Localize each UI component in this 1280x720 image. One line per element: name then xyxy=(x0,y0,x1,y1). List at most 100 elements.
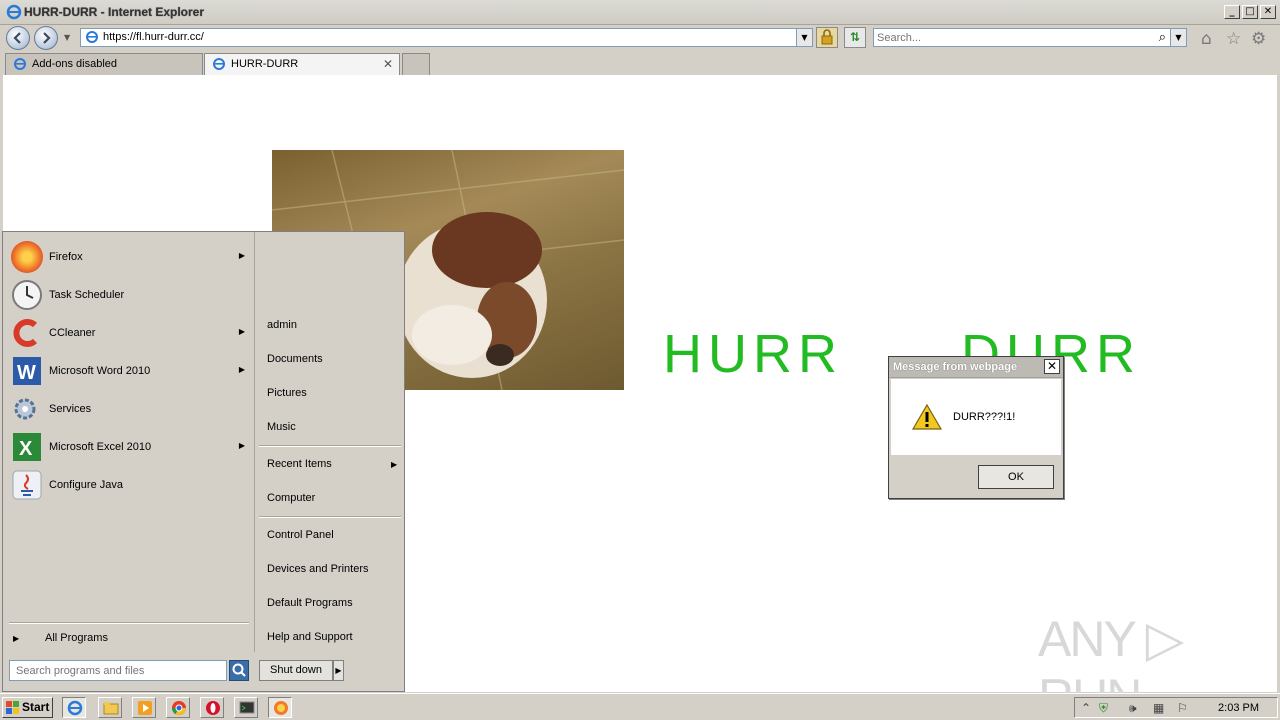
link-computer[interactable]: Computer xyxy=(267,492,315,504)
program-configure-java[interactable]: Configure Java xyxy=(9,466,253,502)
submenu-arrow-icon: ▶ xyxy=(238,441,245,450)
close-tab-icon[interactable]: ✕ xyxy=(383,57,393,71)
forward-button[interactable] xyxy=(34,26,58,50)
divider xyxy=(9,622,249,624)
taskbar-terminal[interactable] xyxy=(234,697,258,718)
address-dropdown-icon[interactable]: ▼ xyxy=(796,29,812,46)
word-icon: W xyxy=(13,357,41,385)
submenu-arrow-icon: ▶ xyxy=(391,460,398,469)
start-search-input[interactable] xyxy=(10,661,226,680)
start-label: Start xyxy=(22,700,50,714)
home-icon[interactable]: ⌂ xyxy=(1201,29,1212,49)
internet-explorer-icon xyxy=(67,700,83,719)
warning-icon xyxy=(911,403,943,430)
excel-icon: X xyxy=(13,433,41,461)
show-hidden-icons-icon[interactable]: ⌃ xyxy=(1081,701,1091,715)
start-search-button[interactable] xyxy=(229,660,249,681)
start-button[interactable]: Start xyxy=(2,697,53,718)
folder-icon xyxy=(103,700,119,719)
search-icon[interactable]: ⌕ xyxy=(1159,30,1166,45)
windows-logo-icon xyxy=(6,701,19,714)
link-help-support[interactable]: Help and Support xyxy=(267,631,353,643)
dialog-message: DURR???!1! xyxy=(953,411,1016,423)
clock[interactable]: 2:03 PM xyxy=(1218,702,1259,714)
history-dropdown-icon[interactable]: ▼ xyxy=(64,33,70,42)
program-firefox[interactable]: Firefox ▶ xyxy=(9,238,253,274)
system-tray: ⌃ ⛨ 🕪 ▦ ⚐ 2:03 PM xyxy=(1074,697,1278,718)
search-input[interactable] xyxy=(877,30,1147,45)
submenu-arrow-icon: ▶ xyxy=(238,251,245,260)
minimize-button[interactable]: _ xyxy=(1224,5,1240,19)
search-dropdown-icon[interactable]: ▼ xyxy=(1170,29,1186,46)
security-lock-button[interactable] xyxy=(816,27,838,48)
link-documents[interactable]: Documents xyxy=(267,353,323,365)
new-tab-button[interactable] xyxy=(402,53,430,75)
dialog-close-button[interactable]: ✕ xyxy=(1044,359,1060,374)
navigation-bar: ▼ https://fl.hurr-durr.cc/ ▼ ⇅ ⌕ ▼ ⌂ ☆ ⚙ xyxy=(0,25,1280,51)
action-center-flag-icon[interactable]: ⚐ xyxy=(1177,701,1188,715)
start-menu-links: admin Documents Pictures Music Recent It… xyxy=(254,232,404,652)
divider xyxy=(259,445,401,447)
internet-explorer-icon xyxy=(14,58,26,70)
window-title-bar: HURR-DURR - Internet Explorer _ □ ✕ xyxy=(0,0,1280,25)
firefox-icon xyxy=(273,700,289,719)
back-button[interactable] xyxy=(6,26,30,50)
program-services[interactable]: Services xyxy=(9,390,253,426)
program-ccleaner[interactable]: CCleaner ▶ xyxy=(9,314,253,350)
link-music[interactable]: Music xyxy=(267,421,296,433)
close-window-button[interactable]: ✕ xyxy=(1260,5,1276,19)
taskbar-media-player[interactable] xyxy=(132,697,156,718)
maximize-button[interactable]: □ xyxy=(1242,5,1258,19)
taskbar-chrome[interactable] xyxy=(166,697,190,718)
dialog-title-bar: Message from webpage ✕ xyxy=(889,357,1063,378)
tab-label: Add-ons disabled xyxy=(32,58,118,70)
volume-icon[interactable]: 🕪 xyxy=(1129,701,1137,716)
link-recent-items[interactable]: Recent Items ▶ xyxy=(267,458,397,470)
hurr-heading: HURR xyxy=(663,324,843,384)
link-control-panel[interactable]: Control Panel xyxy=(267,529,334,541)
taskbar-internet-explorer[interactable] xyxy=(62,697,86,718)
link-default-programs[interactable]: Default Programs xyxy=(267,597,353,609)
address-bar[interactable]: https://fl.hurr-durr.cc/ ▼ xyxy=(80,28,813,47)
alert-dialog: Message from webpage ✕ DURR???!1! OK xyxy=(888,356,1064,499)
back-arrow-icon xyxy=(13,32,21,44)
chrome-icon xyxy=(171,700,187,719)
page-icon xyxy=(86,31,98,43)
ok-button[interactable]: OK xyxy=(978,465,1054,489)
tab-label: HURR-DURR xyxy=(231,58,299,70)
favorites-star-icon[interactable]: ☆ xyxy=(1226,29,1241,49)
dialog-body: DURR???!1! xyxy=(891,379,1061,455)
url-text[interactable]: https://fl.hurr-durr.cc/ xyxy=(103,31,204,43)
triangle-right-icon: ▶ xyxy=(13,634,20,643)
tab-addons-disabled[interactable]: Add-ons disabled xyxy=(5,53,203,75)
firefox-icon xyxy=(11,241,43,273)
gear-icon[interactable]: ⚙ xyxy=(1251,29,1266,49)
internet-explorer-icon xyxy=(6,4,22,20)
forward-arrow-icon xyxy=(43,32,51,44)
shutdown-button[interactable]: Shut down xyxy=(259,660,333,681)
search-box[interactable]: ⌕ ▼ xyxy=(873,28,1187,47)
tab-bar: Add-ons disabled HURR-DURR ✕ xyxy=(0,51,1280,75)
start-search-box[interactable] xyxy=(9,660,227,681)
terminal-icon xyxy=(239,700,255,719)
link-admin[interactable]: admin xyxy=(267,319,297,331)
security-shield-icon[interactable]: ⛨ xyxy=(1099,701,1108,716)
taskbar-explorer[interactable] xyxy=(98,697,122,718)
submenu-arrow-icon: ▶ xyxy=(238,327,245,336)
link-pictures[interactable]: Pictures xyxy=(267,387,307,399)
svg-text:W: W xyxy=(17,362,36,384)
program-word[interactable]: W Microsoft Word 2010 ▶ xyxy=(9,352,253,388)
program-excel[interactable]: X Microsoft Excel 2010 ▶ xyxy=(9,428,253,464)
shutdown-options-button[interactable]: ▶ xyxy=(333,660,344,681)
start-menu: Firefox ▶ Task Scheduler CCleaner ▶ W Mi… xyxy=(2,231,405,692)
gear-icon xyxy=(14,398,36,420)
refresh-button[interactable]: ⇅ xyxy=(844,27,866,48)
program-task-scheduler[interactable]: Task Scheduler xyxy=(9,276,253,312)
opera-icon xyxy=(205,700,221,719)
taskbar-firefox[interactable] xyxy=(268,697,292,718)
tab-hurr-durr[interactable]: HURR-DURR ✕ xyxy=(204,53,400,75)
ccleaner-icon xyxy=(13,319,38,347)
network-icon[interactable]: ▦ xyxy=(1153,701,1164,715)
link-devices-printers[interactable]: Devices and Printers xyxy=(267,563,369,575)
taskbar-opera[interactable] xyxy=(200,697,224,718)
